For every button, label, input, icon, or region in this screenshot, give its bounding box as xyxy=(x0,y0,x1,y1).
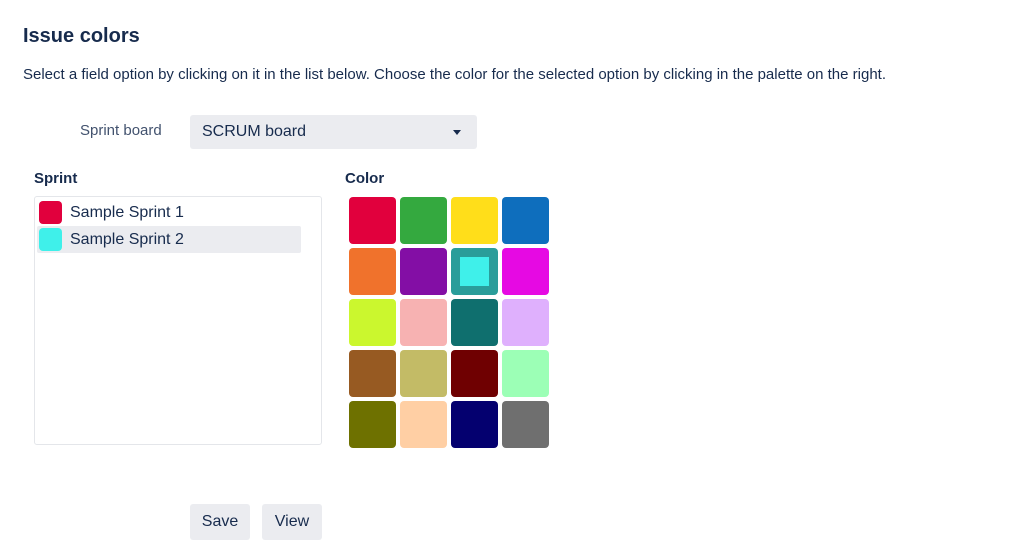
sprint-board-select[interactable]: SCRUM board xyxy=(190,115,477,149)
color-swatch[interactable] xyxy=(502,350,549,397)
color-heading: Color xyxy=(345,170,385,187)
sprint-item[interactable]: Sample Sprint 2 xyxy=(37,226,301,253)
color-swatch[interactable] xyxy=(451,401,498,448)
sprint-color-swatch xyxy=(39,228,62,251)
color-swatch[interactable] xyxy=(451,350,498,397)
selected-color-indicator xyxy=(460,257,489,286)
color-swatch[interactable] xyxy=(502,299,549,346)
sprint-color-swatch xyxy=(39,201,62,224)
sprint-board-label: Sprint board xyxy=(80,122,162,139)
sprint-board-selected-value: SCRUM board xyxy=(202,123,307,140)
color-swatch[interactable] xyxy=(400,401,447,448)
sprint-item-label: Sample Sprint 2 xyxy=(70,230,184,248)
sprint-heading: Sprint xyxy=(34,170,78,187)
color-swatch[interactable] xyxy=(502,197,549,244)
page-title: Issue colors xyxy=(23,25,140,47)
color-swatch[interactable] xyxy=(400,248,447,295)
color-swatch[interactable] xyxy=(349,299,396,346)
color-swatch[interactable] xyxy=(349,248,396,295)
color-swatch[interactable] xyxy=(502,248,549,295)
color-swatch[interactable] xyxy=(349,197,396,244)
color-swatch[interactable] xyxy=(502,401,549,448)
chevron-down-icon xyxy=(453,129,461,135)
color-swatch[interactable] xyxy=(400,197,447,244)
color-swatch[interactable] xyxy=(400,350,447,397)
color-swatch[interactable] xyxy=(400,299,447,346)
sprint-list: Sample Sprint 1 Sample Sprint 2 xyxy=(34,196,322,445)
page-description: Select a field option by clicking on it … xyxy=(23,66,887,83)
color-swatch[interactable] xyxy=(451,248,498,295)
color-swatch[interactable] xyxy=(349,350,396,397)
color-swatch[interactable] xyxy=(451,299,498,346)
color-swatch[interactable] xyxy=(349,401,396,448)
save-button[interactable]: Save xyxy=(190,504,250,540)
view-button[interactable]: View xyxy=(262,504,322,540)
sprint-item-label: Sample Sprint 1 xyxy=(70,203,184,221)
color-palette xyxy=(349,197,549,448)
sprint-item[interactable]: Sample Sprint 1 xyxy=(37,199,301,226)
color-swatch[interactable] xyxy=(451,197,498,244)
